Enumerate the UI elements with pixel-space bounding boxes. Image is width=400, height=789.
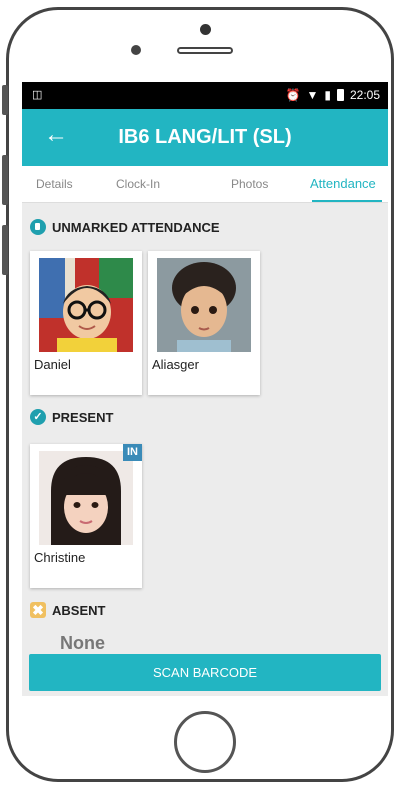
tab-photos[interactable]: Photos xyxy=(231,177,268,191)
lock-screen-icon: ◫ xyxy=(32,89,43,101)
section-absent-header: ✖ ABSENT xyxy=(30,602,105,618)
signal-icon: ▮ xyxy=(324,88,331,102)
student-name: Daniel xyxy=(34,357,71,372)
scan-barcode-button[interactable]: SCAN BARCODE xyxy=(29,654,381,691)
section-absent-title: ABSENT xyxy=(52,602,106,618)
status-time: 22:05 xyxy=(349,88,380,102)
absent-empty-text: None xyxy=(60,633,105,653)
student-name: Aliasger xyxy=(152,357,199,372)
home-button[interactable] xyxy=(174,711,236,773)
alarm-icon: ⏰ xyxy=(285,88,301,102)
section-present-title: PRESENT xyxy=(52,409,114,425)
section-present-header: ✓ PRESENT xyxy=(30,409,113,425)
status-bar: ◫ ⏰ ▼ ▮ 22:05 xyxy=(22,82,388,109)
section-unmarked-header: UNMARKED ATTENDANCE xyxy=(30,219,220,235)
front-sensor xyxy=(200,24,211,35)
student-card[interactable]: Aliasger xyxy=(148,251,260,395)
front-camera xyxy=(131,45,141,55)
student-card[interactable]: IN Christine xyxy=(30,444,142,588)
status-badge: IN xyxy=(123,444,142,461)
active-tab-indicator xyxy=(312,200,382,202)
app-bar: ← IB6 LANG/LIT (SL) xyxy=(22,109,388,166)
earpiece-speaker xyxy=(177,47,233,54)
student-photo xyxy=(157,258,251,352)
check-circle-icon: ✓ xyxy=(30,409,46,425)
tab-details[interactable]: Details xyxy=(36,177,73,191)
student-card[interactable]: Daniel xyxy=(30,251,142,395)
tab-bar: Details Clock-In Photos Attendance xyxy=(22,166,388,203)
app-screen: ◫ ⏰ ▼ ▮ 22:05 ← IB6 LANG/LIT (SL) Detail… xyxy=(22,82,388,696)
volume-down-button xyxy=(2,225,8,275)
page-title: IB6 LANG/LIT (SL) xyxy=(118,126,292,148)
section-unmarked-title: UNMARKED ATTENDANCE xyxy=(52,219,220,235)
mute-switch xyxy=(2,85,8,115)
student-name: Christine xyxy=(34,550,86,565)
volume-up-button xyxy=(2,155,8,205)
wifi-icon: ▼ xyxy=(306,88,319,102)
unmarked-icon xyxy=(30,219,46,235)
student-photo xyxy=(39,258,133,352)
tab-clock-in[interactable]: Clock-In xyxy=(116,177,160,191)
battery-icon xyxy=(336,89,344,101)
student-photo xyxy=(39,451,133,545)
absent-x-icon: ✖ xyxy=(30,602,46,618)
tab-attendance[interactable]: Attendance xyxy=(310,176,376,191)
